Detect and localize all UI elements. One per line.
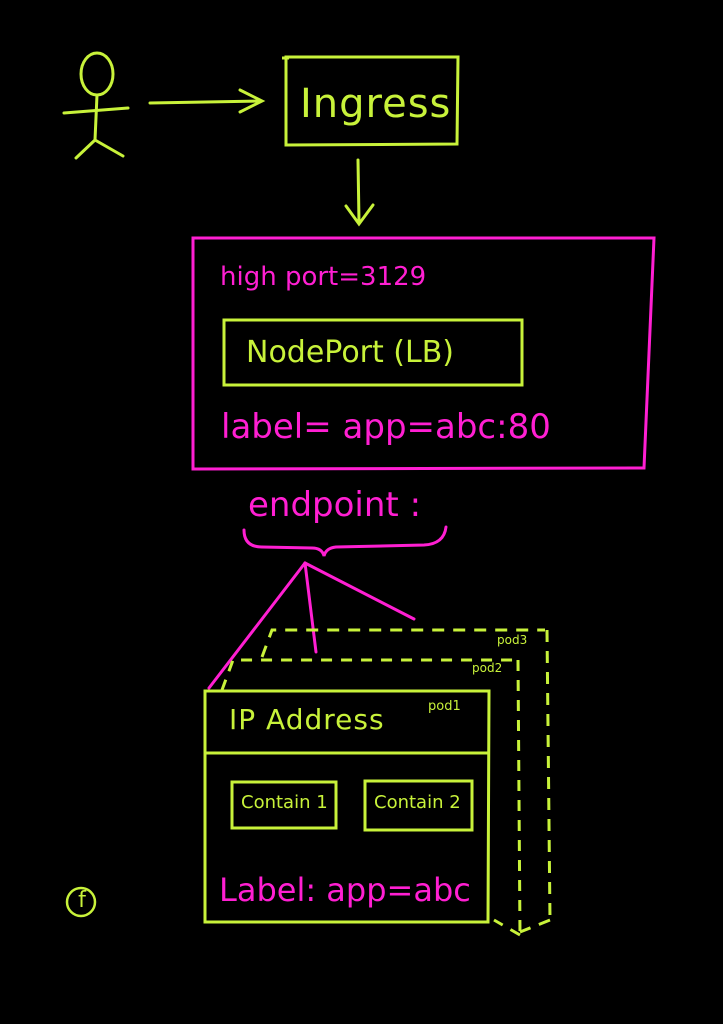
ingress-label: Ingress [300,81,452,127]
pod2-tag: pod2 [472,661,503,675]
user-figure-icon [62,51,130,160]
pod3-tag: pod3 [497,633,528,647]
pod-label-text: Label: app=abc [219,871,471,909]
high-port-text: high port=3129 [220,262,427,292]
ip-address-label: IP Address [229,703,385,736]
endpoint-brace [242,525,448,557]
arrow-user-to-ingress [148,88,266,114]
nodeport-label: NodePort (LB) [246,335,455,370]
endpoint-fanout-lines [207,561,416,690]
container2-label: Contain 2 [374,792,461,813]
service-selector-text: label= app=abc:80 [221,407,551,447]
arrow-ingress-to-service [344,158,375,227]
pod1-tag: pod1 [428,699,461,714]
endpoint-label: endpoint : [248,485,422,525]
logo-f-icon: f [78,888,86,913]
container1-label: Contain 1 [241,792,328,813]
diagram-canvas: Ingress high port=3129 NodePort (LB) lab… [0,0,723,1024]
